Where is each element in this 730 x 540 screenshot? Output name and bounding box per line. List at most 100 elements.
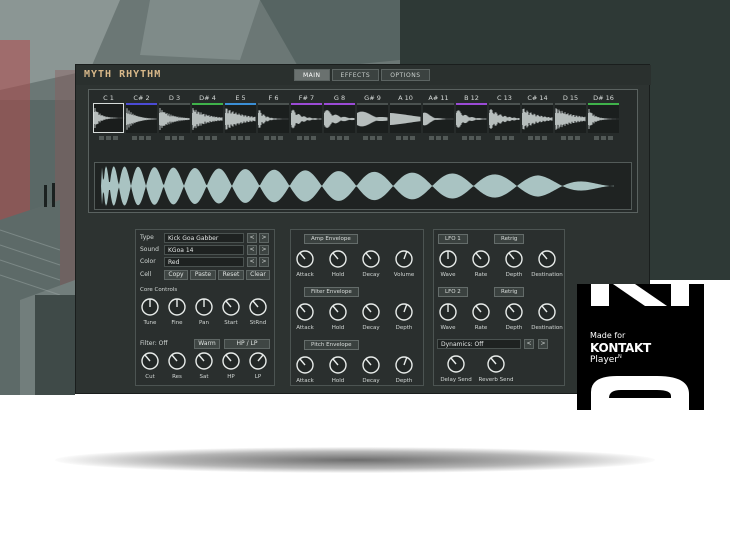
pad-waveform [456, 103, 487, 133]
type-next-button[interactable]: > [259, 233, 269, 243]
pad-mini-controls[interactable] [198, 136, 217, 140]
pad-mini-controls[interactable] [165, 136, 184, 140]
amp-envelope-attack-knob[interactable] [295, 249, 315, 269]
pad-waveform [192, 103, 223, 133]
filter-envelope-attack-knob[interactable] [295, 302, 315, 322]
sample-pad[interactable]: A 10 [390, 94, 421, 140]
lfo-1-retrig-button[interactable]: Retrig [494, 234, 525, 244]
type-select[interactable]: Kick Goa Gabber [164, 233, 244, 243]
sample-pad[interactable]: F# 7 [291, 94, 322, 140]
type-prev-button[interactable]: < [247, 233, 257, 243]
pad-mini-controls[interactable] [528, 136, 547, 140]
sound-select[interactable]: KGoa 14 [164, 245, 244, 255]
dynamics-next-button[interactable]: > [538, 339, 548, 349]
sound-prev-button[interactable]: < [247, 245, 257, 255]
amp-envelope-volume-knob[interactable] [394, 249, 414, 269]
lfo-2-retrig-button[interactable]: Retrig [494, 287, 525, 297]
sample-pad[interactable]: B 12 [456, 94, 487, 140]
filter-envelope-decay-knob[interactable] [361, 302, 381, 322]
pad-mini-controls[interactable] [396, 136, 415, 140]
pitch-envelope-depth-knob[interactable] [394, 355, 414, 375]
lfo-2-rate-knob[interactable] [471, 302, 491, 322]
sample-pad[interactable]: C 13 [489, 94, 520, 140]
pan-knob[interactable] [194, 297, 214, 317]
main-waveform-display[interactable] [94, 162, 632, 210]
sample-pad[interactable]: D# 16 [588, 94, 619, 140]
filter-envelope-depth-knob[interactable] [394, 302, 414, 322]
pitch-envelope-decay-knob[interactable] [361, 355, 381, 375]
filter-res-knob[interactable] [167, 351, 187, 371]
pad-waveform-graphic [126, 108, 157, 130]
amp-envelope-hold-knob[interactable] [328, 249, 348, 269]
tune-knob[interactable] [140, 297, 160, 317]
sample-pad[interactable]: C 1 [93, 94, 125, 140]
lfo-2-wave-knob[interactable] [438, 302, 458, 322]
color-next-button[interactable]: > [259, 257, 269, 267]
pad-mini-controls[interactable] [594, 136, 613, 140]
pad-mini-controls[interactable] [132, 136, 151, 140]
color-prev-button[interactable]: < [247, 257, 257, 267]
lfo-1-rate-knob[interactable] [471, 249, 491, 269]
strnd-knob[interactable] [248, 297, 268, 317]
reset-button[interactable]: Reset [218, 270, 244, 280]
sound-next-button[interactable]: > [259, 245, 269, 255]
sample-pad[interactable]: G# 9 [357, 94, 388, 140]
pad-mini-controls[interactable] [99, 136, 118, 140]
screenshot-stage: MYTH RHYTHM MAIN EFFECTS OPTIONS C 1 C# 2… [0, 0, 730, 540]
filter-sat-knob[interactable] [194, 351, 214, 371]
pad-mini-controls[interactable] [561, 136, 580, 140]
pitch-envelope-button[interactable]: Pitch Envelope [304, 340, 359, 350]
sample-pad[interactable]: C# 14 [522, 94, 553, 140]
clear-button[interactable]: Clear [246, 270, 270, 280]
sample-pad[interactable]: E 5 [225, 94, 256, 140]
tab-effects[interactable]: EFFECTS [331, 69, 380, 81]
warm-button[interactable]: Warm [194, 339, 220, 349]
tab-main[interactable]: MAIN [294, 69, 330, 81]
start-knob[interactable] [221, 297, 241, 317]
lfo-2-button[interactable]: LFO 2 [438, 287, 468, 297]
lfo-2-destination-knob[interactable] [537, 302, 557, 322]
pad-mini-controls[interactable] [429, 136, 448, 140]
pitch-envelope-attack-knob[interactable] [295, 355, 315, 375]
pad-mini-controls[interactable] [363, 136, 382, 140]
pitch-envelope-hold-knob[interactable] [328, 355, 348, 375]
filter-mode-button[interactable]: HP / LP [224, 339, 270, 349]
sample-pad[interactable]: C# 2 [126, 94, 157, 140]
pad-mini-controls[interactable] [297, 136, 316, 140]
pad-mini-button [410, 136, 415, 140]
sample-pad[interactable]: D 3 [159, 94, 190, 140]
pad-grid: C 1 C# 2 D 3 D# 4 E 5 F 6 F# 7 G 8 G# 9 A 10 A# 11… [93, 94, 619, 140]
filter-lp-knob[interactable] [248, 351, 268, 371]
filter-hp-knob[interactable] [221, 351, 241, 371]
pad-waveform [159, 103, 190, 133]
filter-envelope-hold-knob[interactable] [328, 302, 348, 322]
amp-envelope-button[interactable]: Amp Envelope [304, 234, 358, 244]
dynamics-prev-button[interactable]: < [524, 339, 534, 349]
copy-button[interactable]: Copy [164, 270, 188, 280]
pad-mini-controls[interactable] [495, 136, 514, 140]
sample-pad[interactable]: G 8 [324, 94, 355, 140]
pad-mini-controls[interactable] [264, 136, 283, 140]
delay-send-knob[interactable] [446, 354, 466, 374]
pad-mini-controls[interactable] [231, 136, 250, 140]
pad-mini-controls[interactable] [462, 136, 481, 140]
reverb-send-knob[interactable] [486, 354, 506, 374]
sample-pad[interactable]: D 15 [555, 94, 586, 140]
fine-knob[interactable] [167, 297, 187, 317]
lfo-2-depth-knob[interactable] [504, 302, 524, 322]
lfo-1-destination-knob[interactable] [537, 249, 557, 269]
lfo-1-button[interactable]: LFO 1 [438, 234, 468, 244]
filter-cut-knob[interactable] [140, 351, 160, 371]
amp-envelope-decay-knob[interactable] [361, 249, 381, 269]
tab-options[interactable]: OPTIONS [381, 69, 430, 81]
pad-mini-controls[interactable] [330, 136, 349, 140]
lfo-1-wave-knob[interactable] [438, 249, 458, 269]
sample-pad[interactable]: A# 11 [423, 94, 454, 140]
dynamics-select[interactable]: Dynamics: Off [437, 339, 521, 349]
paste-button[interactable]: Paste [190, 270, 216, 280]
sample-pad[interactable]: D# 4 [192, 94, 223, 140]
sample-pad[interactable]: F 6 [258, 94, 289, 140]
color-select[interactable]: Red [164, 257, 244, 267]
filter-envelope-button[interactable]: Filter Envelope [304, 287, 359, 297]
lfo-1-depth-knob[interactable] [504, 249, 524, 269]
